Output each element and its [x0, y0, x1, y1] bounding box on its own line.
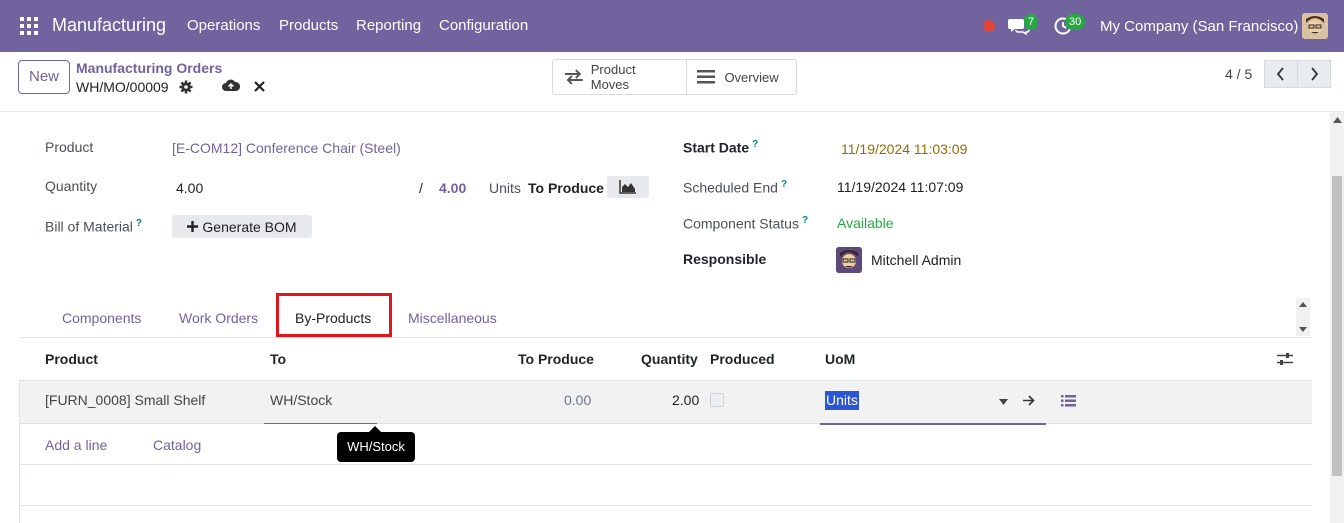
add-a-line-link[interactable]: Add a line [45, 437, 107, 453]
app-name[interactable]: Manufacturing [52, 15, 166, 36]
top-navbar: Manufacturing Operations Products Report… [0, 0, 1344, 52]
discard-close-icon[interactable] [254, 81, 265, 92]
tab-work-orders[interactable]: Work Orders [179, 310, 258, 326]
tab-components[interactable]: Components [62, 310, 141, 326]
scroll-arrows-icon [1299, 302, 1307, 332]
app-menu-grid-icon[interactable] [20, 17, 38, 35]
smart-buttons: Product Moves Overview [552, 59, 797, 95]
quantity-input[interactable]: 4.00 [176, 180, 203, 196]
table-left-border [19, 380, 20, 523]
scheduled-end-field[interactable]: 11/19/2024 11:07:09 [837, 179, 963, 195]
produced-checkbox[interactable] [710, 393, 724, 407]
menu-products[interactable]: Products [279, 17, 338, 34]
units-label[interactable]: Units [489, 180, 521, 196]
table-row[interactable] [20, 380, 1312, 424]
bom-label: Bill of Material? [45, 218, 142, 235]
quantity-total: 4.00 [439, 180, 467, 196]
menu-reporting[interactable]: Reporting [356, 17, 421, 34]
scheduled-end-label: Scheduled End? [683, 179, 787, 196]
uom-input[interactable]: Units [825, 391, 859, 410]
caret-down-icon[interactable] [999, 399, 1008, 405]
menu-operations[interactable]: Operations [187, 17, 260, 34]
to-field-underline [264, 423, 377, 424]
column-header-product[interactable]: Product [45, 351, 98, 367]
list-bars-icon [697, 70, 716, 84]
area-chart-icon [619, 180, 636, 194]
breadcrumb-parent[interactable]: Manufacturing Orders [76, 60, 222, 76]
pager-previous-button[interactable] [1264, 60, 1298, 88]
scheduled-end-label-text: Scheduled End [683, 179, 778, 196]
responsible-avatar [836, 247, 862, 273]
to-produce-label: To Produce [528, 180, 604, 196]
arrow-right-icon[interactable] [1023, 395, 1035, 406]
company-switcher[interactable]: My Company (San Francisco) [1100, 18, 1298, 35]
generate-bom-label: Generate BOM [202, 218, 297, 235]
breadcrumb-current: WH/MO/00009 [76, 79, 169, 95]
column-header-to[interactable]: To [270, 351, 286, 367]
arrows-exchange-icon [564, 69, 583, 85]
product-moves-button[interactable]: Product Moves [553, 60, 686, 94]
start-date-field[interactable]: 11/19/2024 11:03:09 [841, 141, 967, 157]
product-moves-label: Product Moves [590, 62, 636, 92]
row-product[interactable]: [FURN_0008] Small Shelf [45, 392, 205, 408]
row-divider [20, 505, 1312, 506]
uom-field-underline [820, 423, 1046, 425]
column-header-uom[interactable]: UoM [825, 351, 855, 367]
pager-value[interactable]: 4 / 5 [1225, 66, 1252, 82]
overview-label: Overview [724, 69, 779, 85]
user-avatar[interactable] [1302, 13, 1328, 39]
row-divider [20, 464, 1312, 465]
overview-button[interactable]: Overview [686, 60, 796, 94]
page-scrollbar-thumb[interactable] [1332, 176, 1342, 476]
start-date-label: Start Date? [683, 139, 758, 156]
activities-badge: 30 [1065, 14, 1086, 30]
bom-help-icon[interactable]: ? [136, 218, 142, 229]
pager-next-button[interactable] [1297, 60, 1331, 88]
start-date-label-text: Start Date [683, 139, 750, 156]
quantity-label: Quantity [45, 178, 98, 194]
quantity-separator: / [419, 180, 423, 196]
tab-highlight-box [276, 293, 392, 337]
row-quantity[interactable]: 2.00 [672, 392, 699, 408]
column-header-produced[interactable]: Produced [710, 351, 775, 367]
save-cloud-icon[interactable] [222, 79, 240, 93]
catalog-link[interactable]: Catalog [153, 437, 201, 453]
gear-icon[interactable] [179, 80, 193, 94]
location-tooltip: WH/Stock [337, 426, 415, 462]
start-date-help-icon[interactable]: ? [752, 139, 758, 150]
column-header-quantity[interactable]: Quantity [641, 351, 698, 367]
responsible-label: Responsible [683, 251, 767, 267]
component-status-label: Component Status? [683, 215, 808, 232]
responsible-field[interactable]: Mitchell Admin [871, 252, 961, 268]
menu-configuration[interactable]: Configuration [439, 17, 528, 34]
scheduled-end-help-icon[interactable]: ? [781, 179, 787, 190]
record-indicator-icon[interactable] [983, 20, 995, 32]
scroll-up-icon[interactable] [1333, 117, 1342, 123]
tabs-divider [20, 337, 1312, 338]
control-panel: New Manufacturing Orders WH/MO/00009 Pro… [0, 52, 1344, 112]
detailed-operations-list-icon[interactable] [1061, 395, 1076, 407]
generate-bom-button[interactable]: Generate BOM [172, 215, 312, 238]
tab-miscellaneous[interactable]: Miscellaneous [408, 310, 497, 326]
product-label: Product [45, 139, 94, 155]
column-header-to-produce[interactable]: To Produce [518, 351, 594, 367]
bom-label-text: Bill of Material [45, 218, 133, 235]
row-to-location[interactable]: WH/Stock [270, 392, 332, 408]
product-field[interactable]: [E-COM12] Conference Chair (Steel) [172, 140, 401, 156]
component-status-label-text: Component Status [683, 215, 799, 232]
forecast-report-button[interactable] [607, 176, 649, 198]
component-status-value: Available [837, 215, 894, 231]
chevron-left-icon [1276, 67, 1284, 81]
chevron-right-icon [1311, 67, 1319, 81]
component-status-help-icon[interactable]: ? [802, 215, 808, 226]
row-to-produce: 0.00 [564, 392, 592, 408]
new-button[interactable]: New [18, 60, 70, 94]
optional-columns-sliders-icon[interactable] [1277, 352, 1293, 366]
tab-scrollbar[interactable] [1296, 298, 1310, 336]
plus-icon [187, 221, 199, 232]
messages-badge: 7 [1024, 14, 1039, 30]
